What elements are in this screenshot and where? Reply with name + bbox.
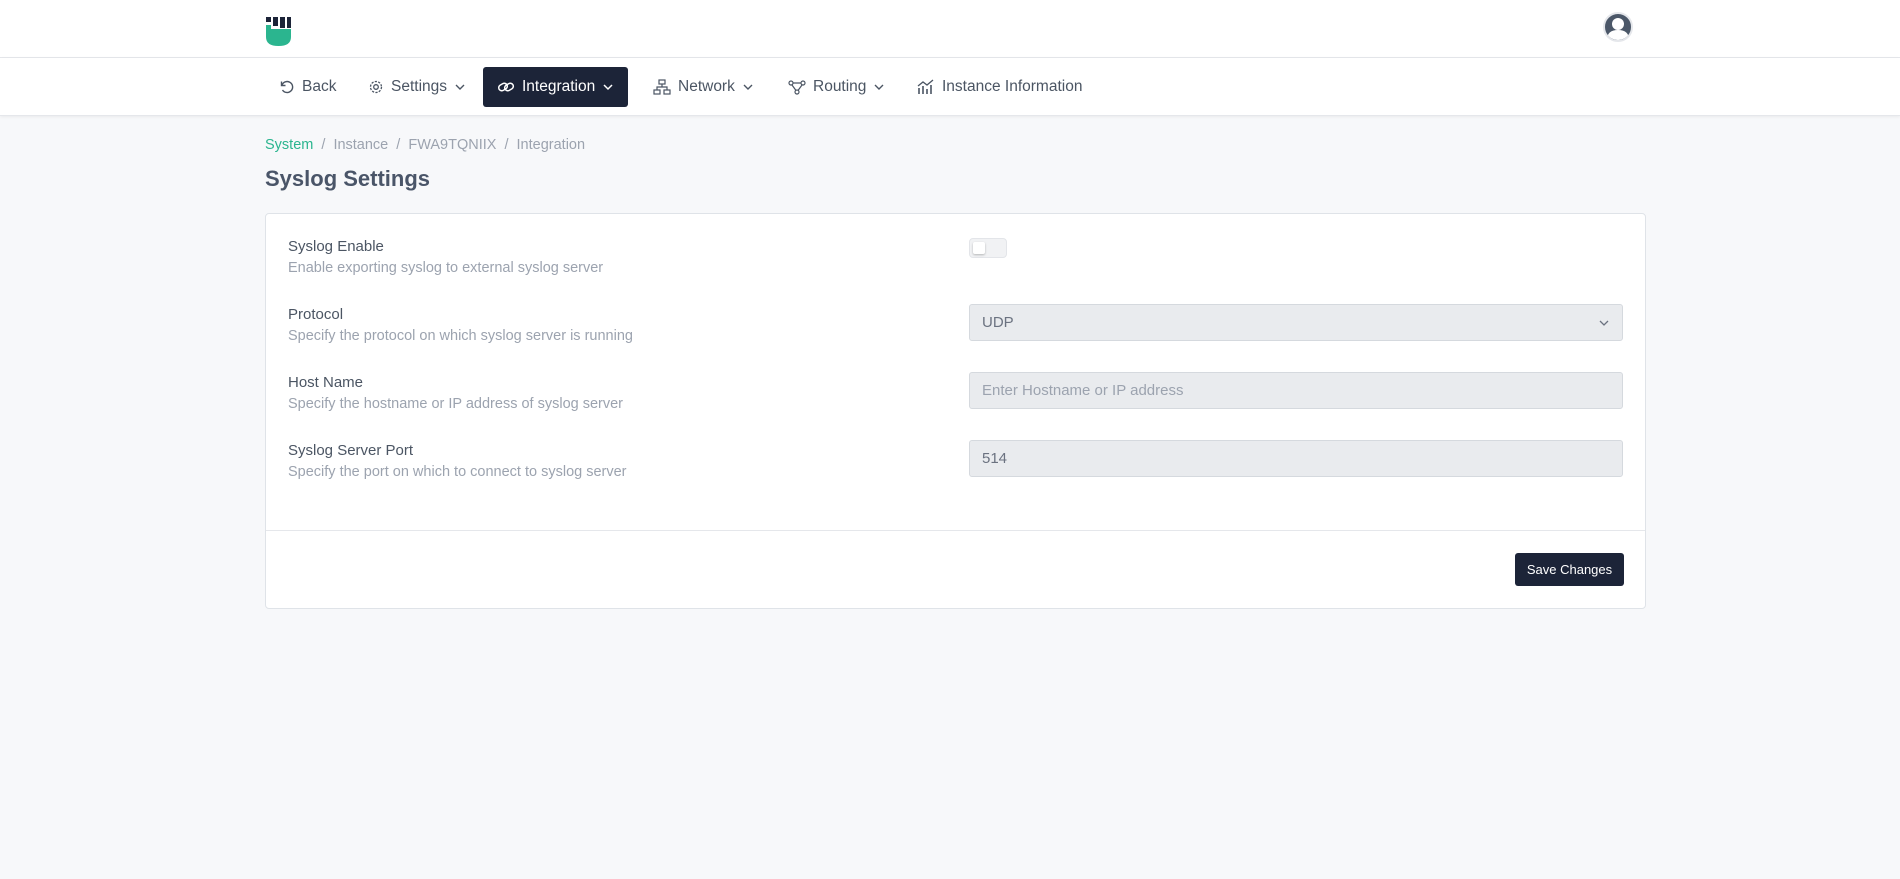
breadcrumb-separator: / [396,137,401,153]
nav-back-button[interactable]: Back [265,67,350,107]
breadcrumb-separator: / [504,137,509,153]
host-name-description: Specify the hostname or IP address of sy… [288,396,624,412]
save-changes-button[interactable]: Save Changes [1515,553,1624,586]
chevron-down-icon [1599,320,1609,326]
nav-network-label: Network [678,78,735,95]
nav-network-menu[interactable]: Network [639,67,768,107]
protocol-label: Protocol [288,306,344,323]
host-name-input[interactable]: Enter Hostname or IP address [969,372,1623,409]
breadcrumb-system-link[interactable]: System [265,137,313,153]
breadcrumb-instance-id: FWA9TQNIIX [408,137,497,153]
undo-icon [280,80,294,94]
link-icon [497,82,515,92]
nav-back-label: Back [302,78,337,95]
nav-instance-information-label: Instance Information [942,78,1083,95]
fist-logo-icon[interactable] [265,16,292,47]
nav-routing-menu[interactable]: Routing [774,67,899,107]
chart-icon [917,79,934,94]
protocol-select[interactable]: UDP [969,304,1623,341]
nav-settings-label: Settings [391,78,448,95]
routing-icon [788,80,806,95]
host-name-placeholder: Enter Hostname or IP address [982,382,1184,399]
syslog-port-description: Specify the port on which to connect to … [288,464,627,480]
toggle-knob [973,242,985,254]
chevron-down-icon [874,84,884,90]
nav-settings-menu[interactable]: Settings [354,67,480,107]
protocol-selected-value: UDP [982,314,1014,331]
nav-routing-label: Routing [813,78,867,95]
host-name-label: Host Name [288,374,364,391]
syslog-enable-toggle[interactable] [969,238,1007,258]
gear-icon [369,80,383,94]
breadcrumb-separator: / [321,137,326,153]
card-footer: Save Changes [266,530,1645,609]
syslog-enable-label: Syslog Enable [288,238,384,255]
syslog-settings-card: Syslog Enable Enable exporting syslog to… [265,213,1646,609]
nav-instance-information-link[interactable]: Instance Information [903,67,1096,107]
nav-integration-menu[interactable]: Integration [483,67,629,107]
user-silhouette-icon [1607,18,1629,40]
nav-integration-label: Integration [522,78,596,95]
chevron-down-icon [603,84,613,91]
syslog-port-value: 514 [982,450,1008,467]
network-icon [653,79,671,95]
user-avatar-icon[interactable] [1603,12,1633,42]
syslog-enable-description: Enable exporting syslog to external sysl… [288,260,604,276]
chevron-down-icon [455,84,465,90]
breadcrumb-instance: Instance [333,137,389,153]
page-title: Syslog Settings [265,166,431,191]
breadcrumb-integration: Integration [516,137,586,153]
protocol-description: Specify the protocol on which syslog ser… [288,328,633,344]
breadcrumb: System / Instance / FWA9TQNIIX / Integra… [265,137,585,153]
top-bar [0,0,1900,58]
chevron-down-icon [743,84,753,90]
syslog-port-label: Syslog Server Port [288,442,414,459]
main-navigation: Back Settings Integration Network Routin… [0,58,1900,116]
syslog-port-input[interactable]: 514 [969,440,1623,477]
